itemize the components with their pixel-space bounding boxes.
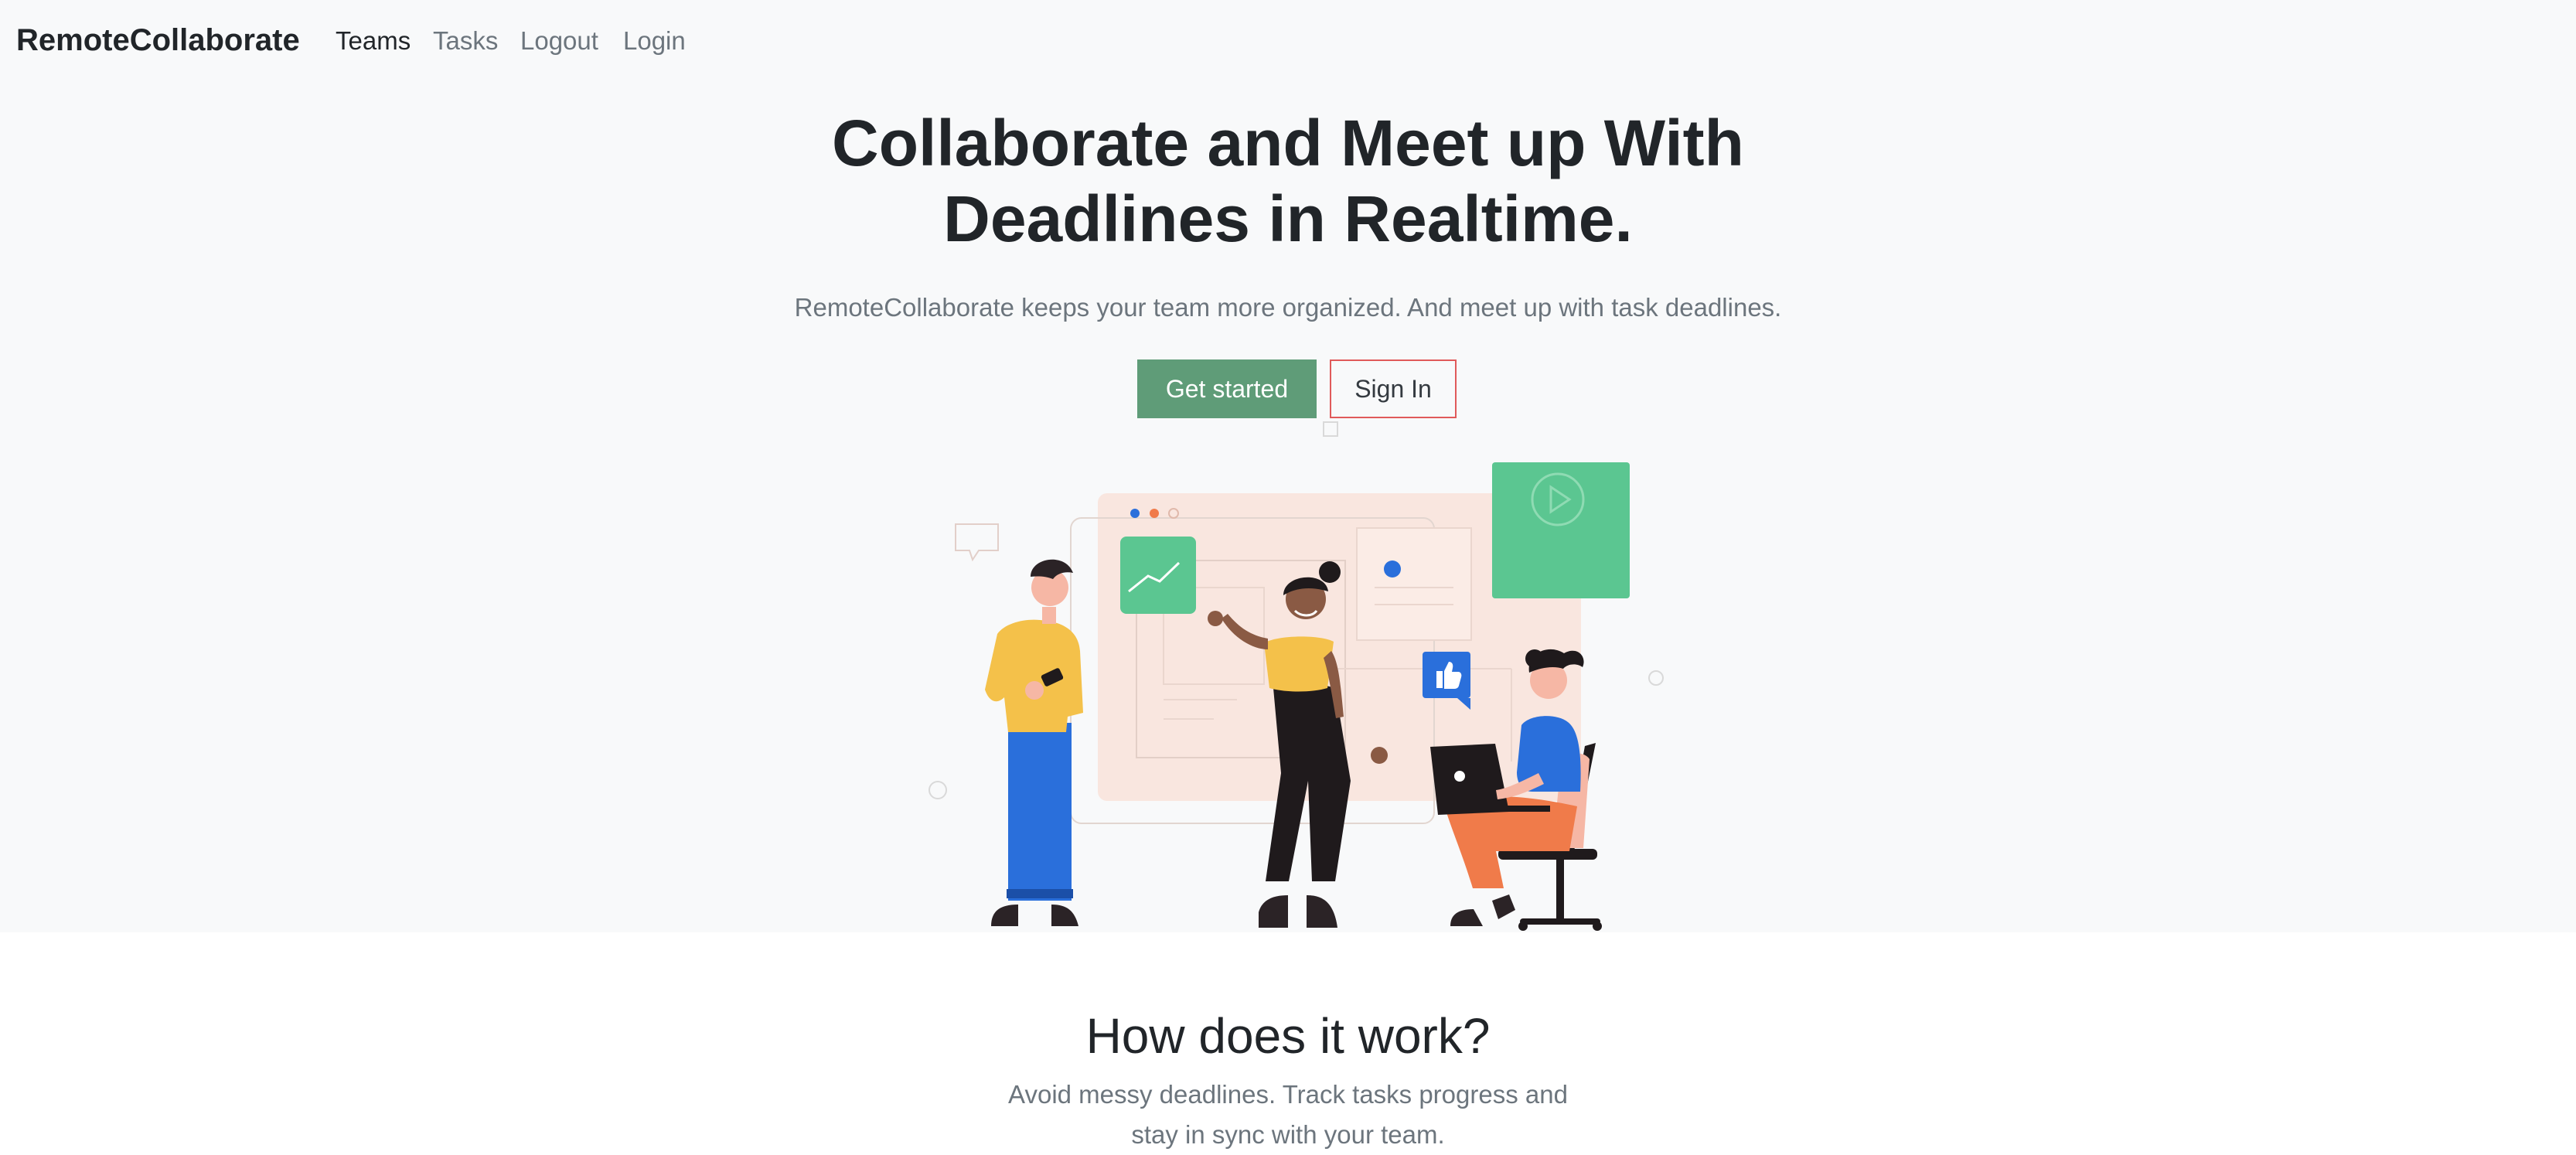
sign-in-button[interactable]: Sign In [1330, 359, 1457, 418]
hero-headline: Collaborate and Meet up With Deadlines i… [0, 105, 2576, 257]
nav-link-tasks[interactable]: Tasks [433, 23, 498, 59]
get-started-button[interactable]: Get started [1137, 359, 1317, 418]
nav-link-teams[interactable]: Teams [336, 23, 411, 59]
hero-lead: RemoteCollaborate keeps your team more o… [794, 293, 1782, 322]
brand-logo[interactable]: RemoteCollaborate [16, 20, 300, 60]
decor-square [1323, 421, 1338, 437]
speech-bubble-icon [955, 523, 999, 562]
board-card [1356, 527, 1472, 641]
video-card [1492, 462, 1630, 598]
decor-circle-left [929, 781, 947, 799]
decor-circle-right [1648, 670, 1664, 686]
hero-headline-line1: Collaborate and Meet up With [832, 107, 1744, 179]
hero-headline-line2: Deadlines in Realtime. [943, 182, 1633, 255]
team-collaboration-illustration [929, 421, 1664, 931]
nav-link-logout[interactable]: Logout [520, 23, 598, 59]
how-it-works-title: How does it work? [1085, 1008, 1491, 1064]
trend-card [1120, 537, 1196, 614]
navbar: RemoteCollaborate Teams Tasks Logout Log… [0, 0, 2576, 82]
nav-link-login[interactable]: Login [623, 23, 686, 59]
how-it-works-subtitle: Avoid messy deadlines. Track tasks progr… [1008, 1080, 1568, 1149]
person-with-phone [985, 559, 1083, 926]
board-card-dot [1384, 560, 1401, 578]
